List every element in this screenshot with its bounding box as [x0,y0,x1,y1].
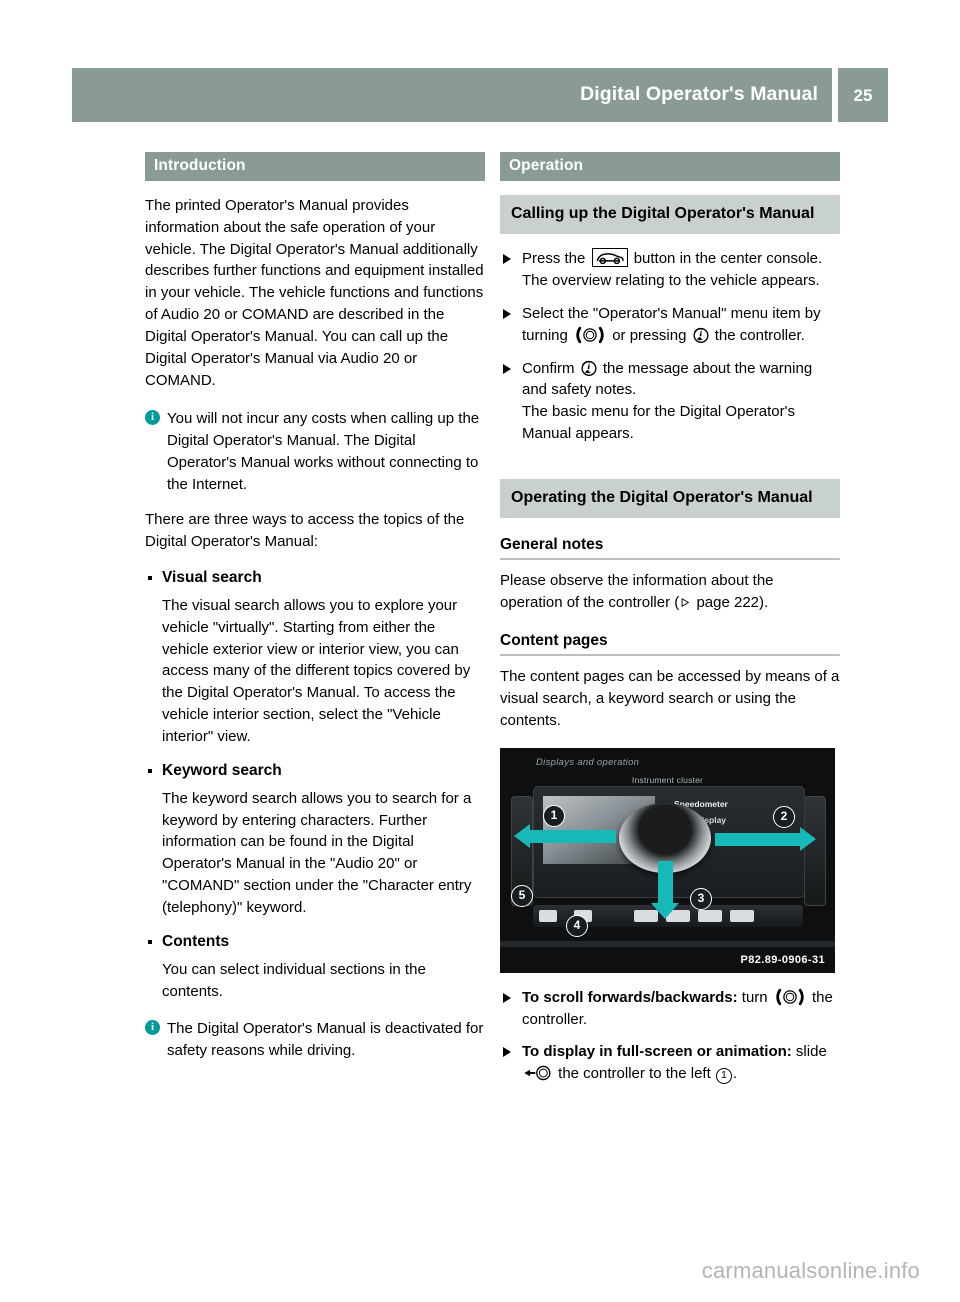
left-column: Introduction The printed Operator's Manu… [145,152,485,1062]
heading-general-notes: General notes [500,536,840,561]
square-bullet-icon [148,940,152,944]
step-text-tail: . [732,1065,738,1083]
header-title-bar: Digital Operator's Manual [72,68,832,122]
figure-callout-2: 2 [773,805,795,828]
figure-callout-4: 4 [566,914,588,937]
note-block-driving: i The Digital Operator's Manual is deact… [145,1018,485,1062]
list-item: Visual search [145,567,485,590]
figure-divider-strip [500,940,835,947]
figure-right-sidebar [804,795,826,906]
page-columns: Introduction The printed Operator's Manu… [0,152,960,1152]
figure-callout-5: 5 [511,884,533,907]
general-notes-paragraph: Please observe the information about the… [500,570,840,614]
page-reference-triangle-icon [680,597,690,608]
step-strong-lead: To display in full-screen or animation: [522,1043,792,1061]
note-block-costs: i You will not incur any costs when call… [145,408,485,496]
general-notes-ref: page 222). [692,594,769,612]
bullet-body: The keyword search allows you to search … [162,789,472,917]
step-text-pre: slide [791,1043,827,1061]
controller-press-icon [580,359,598,377]
step-select-menu-item: Select the "Operator's Manual" menu item… [500,303,840,347]
page-running-header: Digital Operator's Manual 25 [72,68,888,122]
step-strong-lead: To scroll forwards/backwards: [522,988,738,1006]
step-text-post: the controller. [710,326,805,344]
figure-reference-code: P82.89-0906-31 [740,953,825,966]
list-item: Contents [145,931,485,954]
info-icon: i [145,409,160,425]
step-triangle-icon [503,1047,511,1058]
subheading-operating: Operating the Digital Operator's Manual [500,479,840,519]
step-text-post: button in the center console. [629,249,823,267]
step-callout-ref: 1 [715,1068,732,1085]
step-text-pre: Press the [522,249,590,267]
step-text-mid: or pressing [608,326,691,344]
controller-press-icon [692,326,710,344]
step-text-pre: Confirm [522,359,579,377]
step-triangle-icon [503,308,511,319]
step-scroll: To scroll forwards/backwards: turn the c… [500,987,840,1031]
bullet-body: You can select individual sections in th… [162,960,426,1000]
figure-caption-title: Displays and operation [536,756,640,768]
access-paragraph: There are three ways to access the topic… [145,511,465,551]
step-text-post: the controller to the left [554,1065,715,1083]
section-heading-operation: Operation [500,152,840,181]
page-number: 25 [853,85,873,105]
note-text: The Digital Operator's Manual is deactiv… [167,1020,484,1060]
figure-caption-subtitle: Instrument cluster [631,774,704,785]
step-triangle-icon [503,992,511,1003]
car-button-icon [591,247,628,267]
figure-bottom-button [730,909,754,922]
bullet-body: The visual search allows you to explore … [162,596,471,746]
figure-home-button [539,909,557,922]
controller-turn-icon [773,988,807,1006]
note-text: You will not incur any costs when callin… [167,409,480,493]
list-item: Keyword search [145,760,485,783]
info-icon: i [145,1020,160,1036]
figure-arrow-right [715,826,816,851]
step-fullscreen: To display in full-screen or animation: … [500,1041,840,1085]
access-methods-list: Visual search The visual search allows y… [145,567,485,1002]
steps-calling-up: Press the button in the center console. … [500,247,840,446]
content-pages-paragraph: The content pages can be accessed by mea… [500,668,840,729]
page-number-block: 25 [838,68,888,122]
controller-turn-icon [573,326,607,344]
figure-arrow-left [514,823,616,848]
section-heading-introduction: Introduction [145,152,485,181]
subheading-calling-up: Calling up the Digital Operator's Manual [500,194,840,234]
figure-callout-1: 1 [543,804,565,827]
bullet-title: Keyword search [162,762,282,780]
controller-slide-left-icon [523,1064,553,1082]
watermark: carmanualsonline.info [701,1258,920,1283]
figure-displays-and-operation: Displays and operation Instrument cluste… [500,747,835,973]
step-triangle-icon [503,363,511,374]
heading-content-pages: Content pages [500,632,840,657]
step-result: The overview relating to the vehicle app… [522,271,820,289]
step-text-pre: turn [737,988,772,1006]
step-result: The basic menu for the Digital Operator'… [522,403,795,443]
square-bullet-icon [148,769,152,774]
step-press-button: Press the button in the center console. … [500,247,840,292]
bullet-title: Contents [162,933,230,950]
bullet-title: Visual search [162,569,262,587]
page-title: Digital Operator's Manual [580,83,818,106]
step-triangle-icon [503,253,511,264]
figure-callout-3: 3 [690,887,712,910]
steps-content-pages: To scroll forwards/backwards: turn the c… [500,987,840,1086]
figure-bottom-button [698,909,722,922]
square-bullet-icon [148,576,152,581]
step-confirm-message: Confirm the message about the warning an… [500,358,840,446]
figure-arrow-down [651,860,679,919]
intro-paragraph: The printed Operator's Manual provides i… [145,196,484,389]
right-column: Operation Calling up the Digital Operato… [500,152,840,1085]
